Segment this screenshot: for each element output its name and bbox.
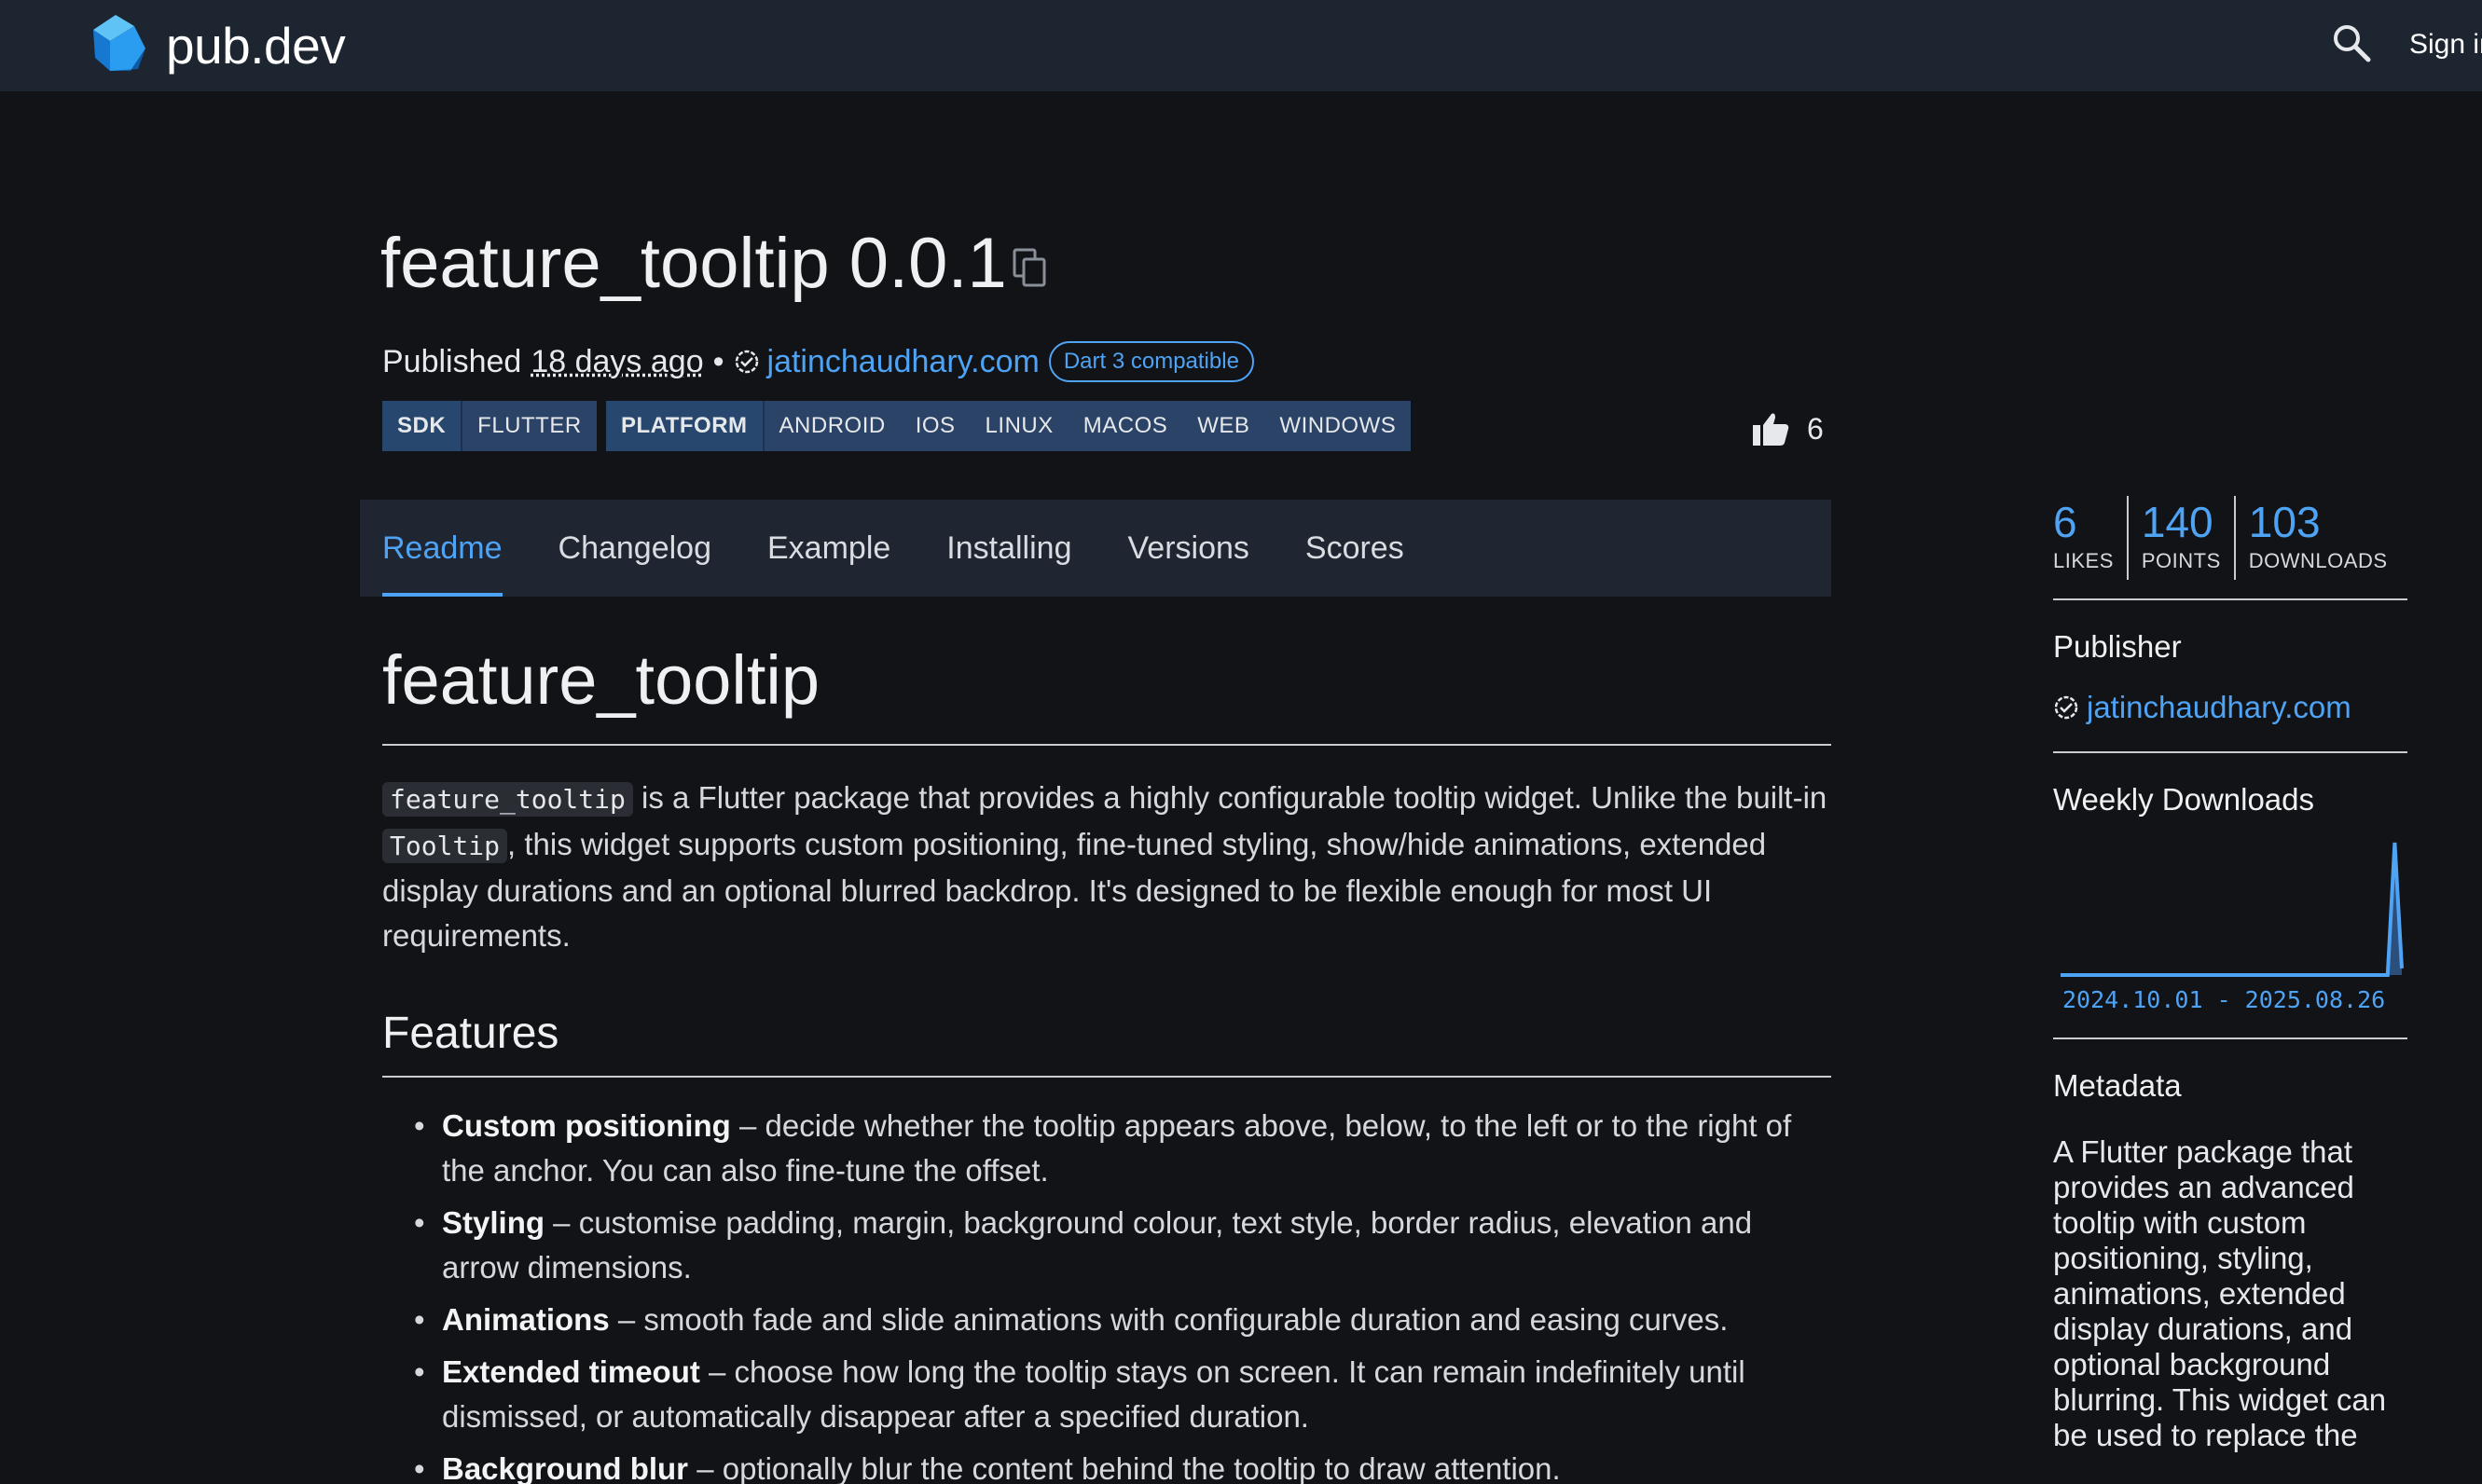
stat-points-label: POINTS	[2142, 548, 2221, 574]
readme-intro: feature_tooltip is a Flutter package tha…	[382, 776, 1831, 958]
platform-tag-group[interactable]: PLATFORM ANDROID IOS LINUX MACOS WEB WIN…	[606, 401, 1411, 451]
features-list: Custom positioning – decide whether the …	[382, 1104, 1831, 1484]
published-ago: 18 days ago	[531, 344, 703, 380]
sdk-tag-flutter[interactable]: FLUTTER	[462, 401, 597, 451]
sdk-tag-head: SDK	[382, 401, 462, 451]
tab-changelog[interactable]: Changelog	[558, 500, 711, 597]
feature-title: Styling	[442, 1205, 545, 1240]
brand-name[interactable]: pub.dev	[166, 13, 345, 78]
stat-downloads-value: 103	[2249, 496, 2388, 548]
chart-area	[2061, 843, 2402, 975]
list-item: Custom positioning – decide whether the …	[442, 1104, 1831, 1193]
copy-icon[interactable]	[1013, 248, 1050, 289]
stat-downloads-label: DOWNLOADS	[2249, 548, 2388, 574]
divider	[2053, 1037, 2407, 1039]
stat-points-value: 140	[2142, 496, 2221, 548]
inline-code-tooltip: Tooltip	[382, 829, 507, 863]
feature-title: Animations	[442, 1302, 610, 1337]
stat-points[interactable]: 140 POINTS	[2127, 496, 2234, 580]
tab-installing[interactable]: Installing	[946, 500, 1071, 597]
weekly-downloads-chart-svg	[2053, 833, 2407, 982]
score-stats[interactable]: 6 LIKES 140 POINTS 103 DOWNLOADS	[2053, 496, 2407, 580]
list-item: Background blur – optionally blur the co…	[442, 1447, 1831, 1484]
feature-desc: – customise padding, margin, background …	[442, 1205, 1752, 1285]
package-tabs: Readme Changelog Example Installing Vers…	[360, 500, 1831, 597]
dart3-compatible-badge[interactable]: Dart 3 compatible	[1049, 341, 1254, 382]
tab-scores[interactable]: Scores	[1305, 500, 1404, 597]
sidebar-publisher-link[interactable]: jatinchaudhary.com	[2087, 690, 2351, 725]
readme-title: feature_tooltip	[382, 634, 1831, 746]
verified-publisher-icon	[734, 349, 760, 375]
sdk-tag-group[interactable]: SDK FLUTTER	[382, 401, 597, 451]
list-item: Extended timeout – choose how long the t…	[442, 1350, 1831, 1439]
stat-likes-value: 6	[2053, 496, 2114, 548]
feature-desc: – smooth fade and slide animations with …	[610, 1302, 1729, 1337]
thumb-up-icon[interactable]	[1751, 410, 1790, 447]
feature-title: Background blur	[442, 1451, 688, 1484]
tab-readme[interactable]: Readme	[382, 500, 503, 597]
publisher-heading: Publisher	[2053, 626, 2407, 667]
intro-text-1: is a Flutter package that provides a hig…	[633, 780, 1827, 815]
list-item: Animations – smooth fade and slide anima…	[442, 1298, 1831, 1342]
like-count: 6	[1807, 412, 1824, 447]
stat-likes[interactable]: 6 LIKES	[2053, 496, 2127, 580]
divider	[2053, 751, 2407, 753]
feature-title: Extended timeout	[442, 1354, 700, 1389]
stat-likes-label: LIKES	[2053, 548, 2114, 574]
tab-versions[interactable]: Versions	[1127, 500, 1248, 597]
like-button[interactable]: 6	[1751, 410, 1824, 447]
chart-line	[2061, 843, 2402, 975]
platform-tag-ios[interactable]: IOS	[901, 401, 971, 451]
platform-tag-android[interactable]: ANDROID	[765, 401, 901, 451]
publisher-link[interactable]: jatinchaudhary.com	[767, 344, 1040, 380]
intro-text-2: , this widget supports custom positionin…	[382, 827, 1766, 953]
metadata-description: A Flutter package that provides an advan…	[2053, 1134, 2407, 1453]
published-label: Published	[382, 344, 521, 380]
platform-tag-windows[interactable]: WINDOWS	[1264, 401, 1411, 451]
sidebar: 6 LIKES 140 POINTS 103 DOWNLOADS Publish…	[2053, 496, 2407, 1453]
sign-in-link[interactable]: Sign in	[2409, 26, 2482, 63]
published-line: Published 18 days ago • jatinchaudhary.c…	[382, 339, 1254, 384]
platform-tag-macos[interactable]: MACOS	[1069, 401, 1183, 451]
weekly-downloads-heading: Weekly Downloads	[2053, 779, 2407, 820]
top-bar: pub.dev Sign in	[0, 0, 2482, 91]
tab-example[interactable]: Example	[767, 500, 890, 597]
dart-logo-icon[interactable]	[82, 13, 149, 75]
metadata-heading: Metadata	[2053, 1065, 2407, 1106]
feature-desc: – optionally blur the content behind the…	[688, 1451, 1561, 1484]
readme-content: feature_tooltip feature_tooltip is a Flu…	[382, 634, 1831, 1484]
platform-tag-head: PLATFORM	[606, 401, 765, 451]
inline-code-feature-tooltip: feature_tooltip	[382, 782, 633, 817]
verified-publisher-icon	[2053, 694, 2079, 721]
search-icon[interactable]	[2331, 22, 2372, 63]
stat-downloads[interactable]: 103 DOWNLOADS	[2234, 496, 2401, 580]
divider	[2053, 598, 2407, 600]
platform-tag-linux[interactable]: LINUX	[971, 401, 1069, 451]
sidebar-publisher[interactable]: jatinchaudhary.com	[2053, 690, 2407, 725]
features-heading: Features	[382, 1001, 1831, 1078]
list-item: Styling – customise padding, margin, bac…	[442, 1201, 1831, 1290]
separator-dot: •	[713, 344, 724, 380]
feature-title: Custom positioning	[442, 1108, 731, 1143]
platform-tag-web[interactable]: WEB	[1182, 401, 1264, 451]
chart-date-range: 2024.10.01 - 2025.08.26	[2053, 986, 2407, 1013]
weekly-downloads-chart[interactable]	[2053, 833, 2407, 982]
package-title: feature_tooltip 0.0.1	[380, 222, 1007, 306]
